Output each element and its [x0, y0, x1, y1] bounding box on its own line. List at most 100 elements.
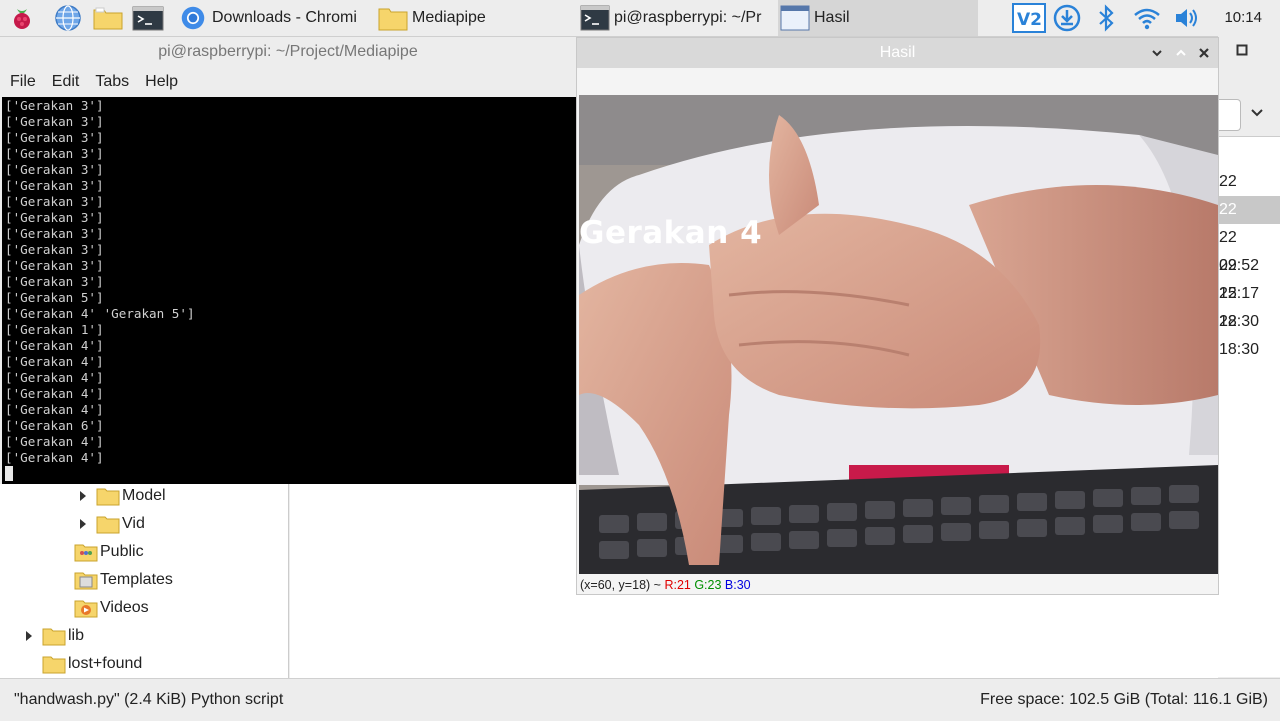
terminal-line: ['Gerakan 3'] — [5, 130, 104, 145]
file-manager-statusbar: "handwash.py" (2.4 KiB) Python script Fr… — [0, 678, 1280, 721]
tree-item-vid[interactable]: Vid — [78, 510, 145, 538]
terminal-line: ['Gerakan 6'] — [5, 418, 104, 433]
expand-arrow-icon[interactable] — [78, 490, 88, 502]
volume-icon[interactable] — [1172, 3, 1202, 33]
menu-bar: File Edit Tabs Help — [0, 67, 576, 97]
terminal-line: ['Gerakan 4'] — [5, 338, 104, 353]
terminal-line: ['Gerakan 4'] — [5, 402, 104, 417]
tree-item-lost-found[interactable]: lost+found — [24, 650, 142, 678]
vnc-icon[interactable]: V2 — [1012, 3, 1046, 33]
image-toolbar — [577, 68, 1218, 94]
tree-item-label: Model — [122, 487, 166, 504]
window-title[interactable]: Hasil — [577, 38, 1218, 68]
pixel-g: G:23 — [694, 578, 722, 592]
modified-cell[interactable]: 22 10:11 — [1218, 196, 1280, 246]
window-title[interactable]: pi@raspberrypi: ~/Project/Mediapipe — [0, 37, 576, 67]
templates-folder-icon — [74, 572, 98, 590]
column-header[interactable] — [1218, 136, 1280, 168]
terminal-line: ['Gerakan 3'] — [5, 274, 104, 289]
tree-item-label: Vid — [122, 515, 145, 532]
free-space-info: Free space: 102.5 GiB (Total: 116.1 GiB) — [980, 691, 1268, 708]
modified-cell[interactable]: 22 09:52 — [1218, 224, 1280, 274]
camera-frame[interactable]: Gerakan 4 — [579, 95, 1218, 574]
pixel-r: R:21 — [664, 578, 691, 592]
task-label: Downloads - Chromi — [212, 9, 357, 26]
tree-item-label: Public — [100, 543, 144, 560]
raspberry-menu-icon[interactable] — [8, 4, 36, 32]
folder-icon — [42, 656, 66, 674]
menu-help[interactable]: Help — [145, 73, 178, 91]
file-manager-icon[interactable] — [92, 4, 124, 32]
clock[interactable]: 10:14 — [1224, 0, 1262, 36]
task-chromium[interactable]: Downloads - Chromi — [176, 0, 372, 36]
tree-item-templates[interactable]: Templates — [74, 566, 173, 594]
terminal-lines: ['Gerakan 3'] ['Gerakan 3'] ['Gerakan 3'][… — [5, 98, 576, 466]
wifi-icon[interactable] — [1132, 3, 1162, 33]
terminal-line: ['Gerakan 3'] — [5, 162, 104, 177]
terminal-line: ['Gerakan 3'] — [5, 242, 104, 257]
chevron-down-icon[interactable] — [1250, 108, 1264, 118]
menu-edit[interactable]: Edit — [52, 73, 80, 91]
modified-cell[interactable]: 22 10:04 — [1218, 168, 1280, 218]
terminal-line: ['Gerakan 3'] — [5, 114, 104, 129]
menu-tabs[interactable]: Tabs — [95, 73, 129, 91]
terminal-line: ['Gerakan 3'] — [5, 146, 104, 161]
maximize-icon[interactable] — [1174, 46, 1188, 60]
task-mediapipe-folder[interactable]: Mediapipe — [376, 0, 572, 36]
tree-item-videos[interactable]: Videos — [74, 594, 149, 622]
close-icon[interactable] — [1197, 46, 1211, 60]
terminal-line: ['Gerakan 3'] — [5, 98, 104, 113]
download-updates-icon[interactable] — [1052, 3, 1082, 33]
window-icon — [780, 5, 810, 31]
folder-icon — [96, 488, 120, 506]
tree-item-lib[interactable]: lib — [24, 622, 84, 650]
menu-file[interactable]: File — [10, 73, 36, 91]
directory-tree: Model Vid Public Templates Videos lib lo… — [0, 484, 289, 678]
expand-arrow-icon[interactable] — [78, 518, 88, 530]
terminal-cursor — [5, 466, 13, 481]
terminal-line: ['Gerakan 5'] — [5, 290, 104, 305]
task-label: Hasil — [814, 9, 850, 26]
terminal-line: ['Gerakan 4'] — [5, 450, 104, 465]
camera-image — [579, 95, 1218, 574]
minimize-icon[interactable] — [1150, 46, 1164, 60]
pixel-coords: (x=60, y=18) ~ — [580, 578, 661, 592]
tree-item-public[interactable]: Public — [74, 538, 144, 566]
expand-arrow-icon[interactable] — [24, 630, 34, 642]
terminal-line: ['Gerakan 3'] — [5, 258, 104, 273]
svg-text:V2: V2 — [1017, 10, 1042, 30]
folder-icon — [42, 628, 66, 646]
terminal-line: ['Gerakan 3'] — [5, 226, 104, 241]
public-folder-icon — [74, 544, 98, 562]
pixel-info: (x=60, y=18) ~ R:21 G:23 B:30 — [580, 576, 751, 594]
pixel-b: B:30 — [724, 578, 751, 592]
videos-folder-icon — [74, 600, 98, 618]
selection-info: "handwash.py" (2.4 KiB) Python script — [14, 691, 284, 708]
terminal-line: ['Gerakan 4'] — [5, 434, 104, 449]
maximize-icon[interactable] — [1236, 44, 1248, 56]
modified-cell[interactable]: 22 18:30 — [1218, 280, 1280, 330]
web-browser-icon[interactable] — [54, 4, 82, 32]
terminal-output[interactable]: ['Gerakan 3'] ['Gerakan 3'] ['Gerakan 3'][… — [2, 97, 576, 484]
task-label: pi@raspberrypi: ~/Pr — [614, 9, 762, 26]
terminal-launcher-icon[interactable] — [132, 4, 164, 32]
tree-item-model[interactable]: Model — [78, 484, 166, 510]
task-label: Mediapipe — [412, 9, 486, 26]
task-terminal[interactable]: pi@raspberrypi: ~/Pr — [578, 0, 778, 36]
bluetooth-icon[interactable] — [1094, 3, 1118, 33]
terminal-line: ['Gerakan 3'] — [5, 210, 104, 225]
terminal-line: ['Gerakan 3'] — [5, 178, 104, 193]
terminal-icon — [580, 5, 610, 31]
modified-cell[interactable]: 22 18:30 — [1218, 308, 1280, 358]
tree-item-label: Templates — [100, 571, 173, 588]
terminal-window: pi@raspberrypi: ~/Project/Mediapipe File… — [0, 37, 576, 484]
task-hasil[interactable]: Hasil — [778, 0, 978, 36]
tree-item-label: lost+found — [68, 655, 143, 672]
modified-cell[interactable]: 22 15:17 — [1218, 252, 1280, 302]
tree-item-label: Videos — [100, 599, 149, 616]
terminal-line: ['Gerakan 4'] — [5, 386, 104, 401]
tree-item-label: lib — [68, 627, 85, 644]
terminal-line: ['Gerakan 4'] — [5, 354, 104, 369]
terminal-line: ['Gerakan 4'] — [5, 370, 104, 385]
file-list: 22 10:04 22 10:11 22 09:52 22 15:17 22 1… — [1218, 167, 1280, 677]
